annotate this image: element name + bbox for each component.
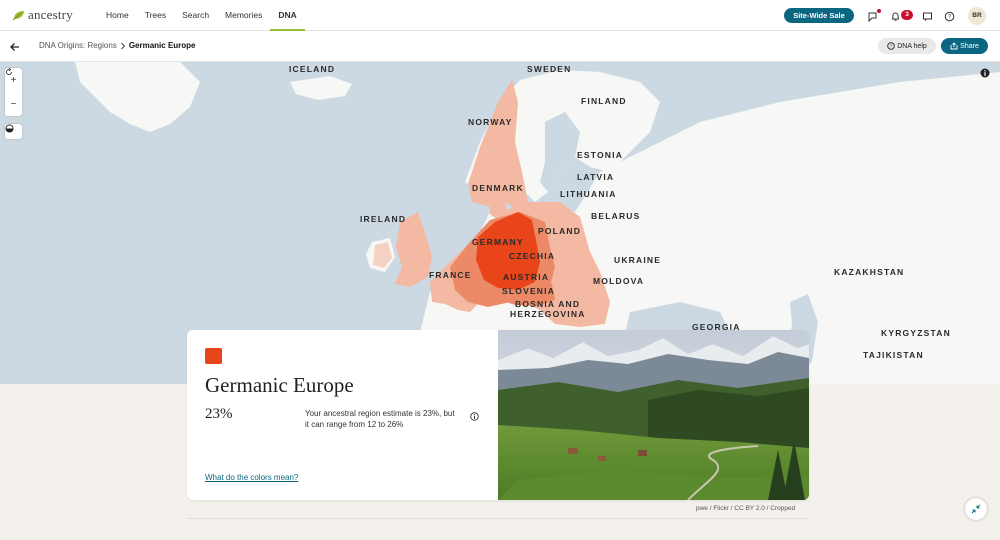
notification-count-badge: 3 [901, 10, 913, 20]
logo-text: ancestry [28, 7, 73, 22]
map-label-estonia: ESTONIA [577, 150, 624, 160]
user-avatar[interactable]: BR [968, 7, 986, 25]
region-name: Germanic Europe [205, 373, 354, 397]
map-label-norway: NORWAY [468, 117, 513, 127]
site-wide-sale-button[interactable]: Site-Wide Sale [784, 8, 854, 23]
chevron-right-icon [120, 42, 126, 49]
svg-text:?: ? [890, 44, 893, 49]
help-circle-icon[interactable]: ? [943, 10, 955, 22]
map-label-iceland: ICELAND [289, 64, 336, 74]
question-circle-icon: ? [887, 42, 895, 50]
map-label-czechia: CZECHIA [509, 251, 556, 261]
map-label-germany: GERMANY [472, 237, 524, 247]
messages-icon[interactable] [921, 10, 933, 22]
map-label-bosnia: BOSNIA AND [515, 299, 581, 309]
map-label-herzegovina: HERZEGOVINA [510, 309, 586, 319]
map-label-slovenia: SLOVENIA [502, 286, 556, 296]
map-label-poland: POLAND [538, 226, 582, 236]
leaf-icon [12, 11, 24, 21]
map-label-france: FRANCE [429, 270, 472, 280]
map-label-kazakhstan: KAZAKHSTAN [834, 267, 905, 277]
bell-icon[interactable] [889, 10, 901, 22]
back-arrow-icon[interactable] [9, 40, 21, 52]
map-label-tajikistan: TAJIKISTAN [863, 350, 924, 360]
map-info-icon[interactable] [980, 68, 990, 78]
collapse-arrows-icon [971, 504, 981, 514]
share-icon [950, 42, 958, 50]
zoom-out-icon[interactable]: − [11, 99, 17, 110]
map-label-lithuania: LITHUANIA [560, 189, 617, 199]
page-subheader: DNA Origins: Regions Germanic Europe ? D… [0, 31, 1000, 62]
map-label-latvia: LATVIA [577, 172, 615, 182]
map-label-sweden: SWEDEN [527, 64, 572, 74]
map-zoom-controls: + − [5, 68, 22, 116]
nav-home[interactable]: Home [98, 0, 137, 31]
estimate-info-icon[interactable] [470, 408, 479, 421]
map-label-ukraine: UKRAINE [614, 255, 662, 265]
dna-help-label: DNA help [897, 42, 927, 50]
map-label-austria: AUSTRIA [503, 272, 550, 282]
section-divider [187, 518, 809, 519]
region-color-swatch [205, 348, 222, 364]
map-layer-toggle[interactable] [5, 124, 22, 139]
region-landscape-photo [498, 330, 809, 500]
region-detail-card: Germanic Europe 23% Your ancestral regio… [187, 330, 809, 500]
top-navigation-bar: ancestry Home Trees Search Memories DNA … [0, 0, 1000, 31]
photo-credit: pwe / Flickr / CC BY 2.0 / Cropped [696, 505, 796, 512]
colors-meaning-link[interactable]: What do the colors mean? [205, 473, 298, 482]
ancestry-logo[interactable]: ancestry [12, 7, 73, 23]
map-label-belarus: BELARUS [591, 211, 641, 221]
nav-memories[interactable]: Memories [217, 0, 270, 31]
nav-trees[interactable]: Trees [137, 0, 174, 31]
map-label-kyrgyzstan: KYRGYZSTAN [881, 328, 951, 338]
share-label: Share [960, 42, 979, 50]
reset-view-icon[interactable] [5, 68, 13, 76]
breadcrumb-current: Germanic Europe [128, 41, 196, 50]
expand-toggle-button[interactable] [965, 498, 987, 520]
map-label-denmark: DENMARK [472, 183, 524, 193]
breadcrumb: DNA Origins: Regions Germanic Europe [39, 41, 196, 50]
hints-indicator-dot [877, 9, 881, 13]
nav-dna[interactable]: DNA [270, 0, 306, 31]
contrast-icon [5, 124, 14, 133]
svg-text:?: ? [947, 14, 951, 20]
region-estimate-text: Your ancestral region estimate is 23%, b… [305, 409, 455, 429]
map-label-finland: FINLAND [581, 96, 627, 106]
map-label-ireland: IRELAND [360, 214, 407, 224]
main-nav-links: Home Trees Search Memories DNA [98, 0, 306, 31]
dna-help-button[interactable]: ? DNA help [878, 38, 936, 54]
breadcrumb-dna-origins[interactable]: DNA Origins: Regions [39, 41, 117, 50]
nav-search[interactable]: Search [174, 0, 217, 31]
zoom-in-icon[interactable]: + [11, 75, 17, 86]
share-button[interactable]: Share [941, 38, 988, 54]
region-percentage: 23% [205, 406, 233, 422]
map-label-moldova: MOLDOVA [593, 276, 645, 286]
